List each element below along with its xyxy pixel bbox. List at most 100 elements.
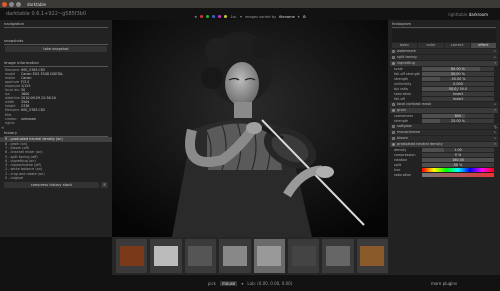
module-split-toning[interactable]: split toning ▸ bbox=[390, 54, 498, 60]
chevron-down-icon[interactable]: ▾ bbox=[298, 15, 300, 19]
color-label-red[interactable] bbox=[200, 15, 204, 18]
power-icon[interactable] bbox=[392, 61, 395, 65]
filter-value[interactable]: 1st. bbox=[230, 15, 237, 19]
slider-bar[interactable]: -50.00 % bbox=[422, 77, 494, 81]
filmstrip-thumbnail[interactable] bbox=[356, 239, 388, 273]
sort-select[interactable]: filename bbox=[279, 15, 295, 19]
slider-bar[interactable]: 50.0 / 50.0 bbox=[422, 87, 494, 91]
slider-rotation[interactable]: rotation 180.00 bbox=[394, 158, 494, 163]
mode-darkroom[interactable]: darkroom bbox=[469, 12, 488, 17]
slider-bar[interactable]: 50 % bbox=[422, 163, 494, 167]
minimize-window-button[interactable] bbox=[9, 1, 14, 7]
slider-bar[interactable] bbox=[422, 168, 494, 172]
module-watermark[interactable]: watermark ▸ bbox=[390, 48, 498, 54]
filmstrip[interactable] bbox=[112, 237, 388, 275]
slider-bar[interactable]: 80.00 % bbox=[422, 67, 494, 71]
slider-strength[interactable]: strength -50.00 % bbox=[394, 77, 494, 82]
slider-bar[interactable]: 180.00 bbox=[422, 158, 494, 162]
thumbnail-image bbox=[257, 246, 282, 266]
module-monochrome[interactable]: monochrome ▸ bbox=[390, 129, 498, 135]
slider-bar[interactable]: 0.000 bbox=[422, 82, 494, 86]
lock-icon[interactable]: ⚿ bbox=[101, 182, 108, 189]
tab-color[interactable]: color bbox=[418, 42, 444, 48]
slider-bar[interactable] bbox=[422, 173, 494, 177]
histogram[interactable] bbox=[392, 28, 496, 42]
tab-correct[interactable]: correct bbox=[444, 42, 470, 48]
module-softglow[interactable]: softglow ▸ bbox=[390, 123, 498, 129]
collapse-right-icon[interactable]: ▸ bbox=[495, 125, 498, 131]
metadata-list: filename IMG_5785.CR2 model Canon EOS 350D … bbox=[0, 67, 112, 125]
slider-bar[interactable]: invert bbox=[422, 97, 494, 101]
filmstrip-thumbnail[interactable] bbox=[253, 239, 285, 273]
filmstrip-thumbnail[interactable] bbox=[322, 239, 354, 273]
slider-bar[interactable]: 50.00 % bbox=[422, 72, 494, 76]
power-icon[interactable] bbox=[392, 142, 395, 146]
power-icon[interactable] bbox=[392, 130, 395, 134]
filmstrip-thumbnail[interactable] bbox=[287, 239, 320, 273]
view-switcher: lighttable darkroom map bbox=[448, 12, 488, 17]
slider-strength[interactable]: strength 25.00 % bbox=[394, 119, 494, 124]
slider-density[interactable]: density 1.00 bbox=[394, 148, 494, 153]
color-label-yellow[interactable] bbox=[224, 15, 228, 18]
color-label-green[interactable] bbox=[206, 15, 210, 18]
power-icon[interactable] bbox=[392, 108, 395, 112]
chevron-down-icon[interactable]: ▾ bbox=[241, 281, 243, 286]
slider-fall-off[interactable]: fall-off invert bbox=[394, 97, 494, 102]
module-label: local contrast mask bbox=[397, 102, 432, 107]
slider-coarseness[interactable]: coarseness 800 bbox=[394, 114, 494, 119]
navigation-preview[interactable] bbox=[0, 28, 112, 37]
module-local-contrast[interactable]: local contrast mask ▸ bbox=[390, 101, 498, 107]
maximize-window-button[interactable] bbox=[16, 1, 21, 7]
filmstrip-thumbnail[interactable] bbox=[219, 239, 251, 273]
power-icon[interactable] bbox=[392, 124, 395, 128]
slider-saturation[interactable]: saturation bbox=[394, 173, 494, 178]
star-icon[interactable]: ★ bbox=[194, 15, 197, 19]
module-label: split toning bbox=[397, 55, 417, 60]
power-icon[interactable] bbox=[392, 136, 395, 140]
slider-value: 0.000 bbox=[453, 81, 463, 86]
power-icon[interactable] bbox=[392, 102, 395, 106]
slider-value: invert bbox=[453, 91, 463, 96]
collapse-left-icon[interactable]: ◂ bbox=[1, 125, 4, 131]
power-icon[interactable] bbox=[392, 49, 395, 53]
slider-label: saturation bbox=[394, 91, 412, 96]
filmstrip-thumbnail[interactable] bbox=[116, 239, 148, 273]
slider-bar[interactable]: 800 bbox=[422, 114, 494, 118]
module-bloom[interactable]: bloom ▸ bbox=[390, 135, 498, 141]
gear-icon[interactable]: ⚙ bbox=[303, 15, 306, 19]
history-item[interactable]: 0 - original bbox=[0, 176, 112, 180]
module-grain[interactable]: grain ▾ bbox=[390, 107, 498, 113]
slider-saturation[interactable]: saturation invert bbox=[394, 92, 494, 97]
slider-fall-off-strength[interactable]: fall-off strength 50.00 % bbox=[394, 72, 494, 77]
slider-uniformity[interactable]: uniformity 0.000 bbox=[394, 82, 494, 87]
take-snapshot-button[interactable]: take snapshot bbox=[5, 46, 107, 52]
filmstrip-thumbnail[interactable] bbox=[150, 239, 182, 273]
slider-scale[interactable]: scale 80.00 % bbox=[394, 67, 494, 72]
slider-bar[interactable]: 25.00 % bbox=[422, 119, 494, 123]
power-icon[interactable] bbox=[392, 55, 395, 59]
slider-value: 80.00 % bbox=[450, 66, 465, 71]
mode-lighttable[interactable]: lighttable bbox=[448, 12, 467, 17]
slider-split[interactable]: split 50 % bbox=[394, 163, 494, 168]
pick-mode-select[interactable]: mouse bbox=[219, 280, 238, 286]
close-window-button[interactable] bbox=[2, 1, 7, 7]
slider-compression[interactable]: compression 0 % bbox=[394, 153, 494, 158]
color-label-purple[interactable] bbox=[218, 15, 222, 18]
module-graduated-nd[interactable]: graduated neutral density ▾ bbox=[390, 141, 498, 147]
slider-b-s-ratio[interactable]: b/s ratio 50.0 / 50.0 bbox=[394, 87, 494, 92]
slider-bar[interactable]: invert bbox=[422, 92, 494, 96]
slider-bar[interactable]: 0 % bbox=[422, 153, 494, 157]
slider-hue[interactable]: hue bbox=[394, 168, 494, 173]
color-label-blue[interactable] bbox=[212, 15, 216, 18]
slider-value: 0 % bbox=[454, 152, 462, 157]
tab-basic[interactable]: basic bbox=[392, 42, 418, 48]
module-vignetting[interactable]: vignetting ▾ bbox=[390, 60, 498, 66]
chevron-down-icon[interactable]: ▾ bbox=[240, 15, 242, 19]
image-canvas[interactable] bbox=[112, 20, 388, 237]
filmstrip-thumbnail[interactable] bbox=[184, 239, 217, 273]
more-plugins-button[interactable]: more plugins bbox=[431, 281, 457, 286]
pick-label: pick bbox=[207, 280, 216, 286]
compress-history-button[interactable]: compress history stack bbox=[4, 182, 99, 189]
slider-bar[interactable]: 1.00 bbox=[422, 148, 494, 152]
tab-effect[interactable]: effect bbox=[470, 42, 496, 48]
